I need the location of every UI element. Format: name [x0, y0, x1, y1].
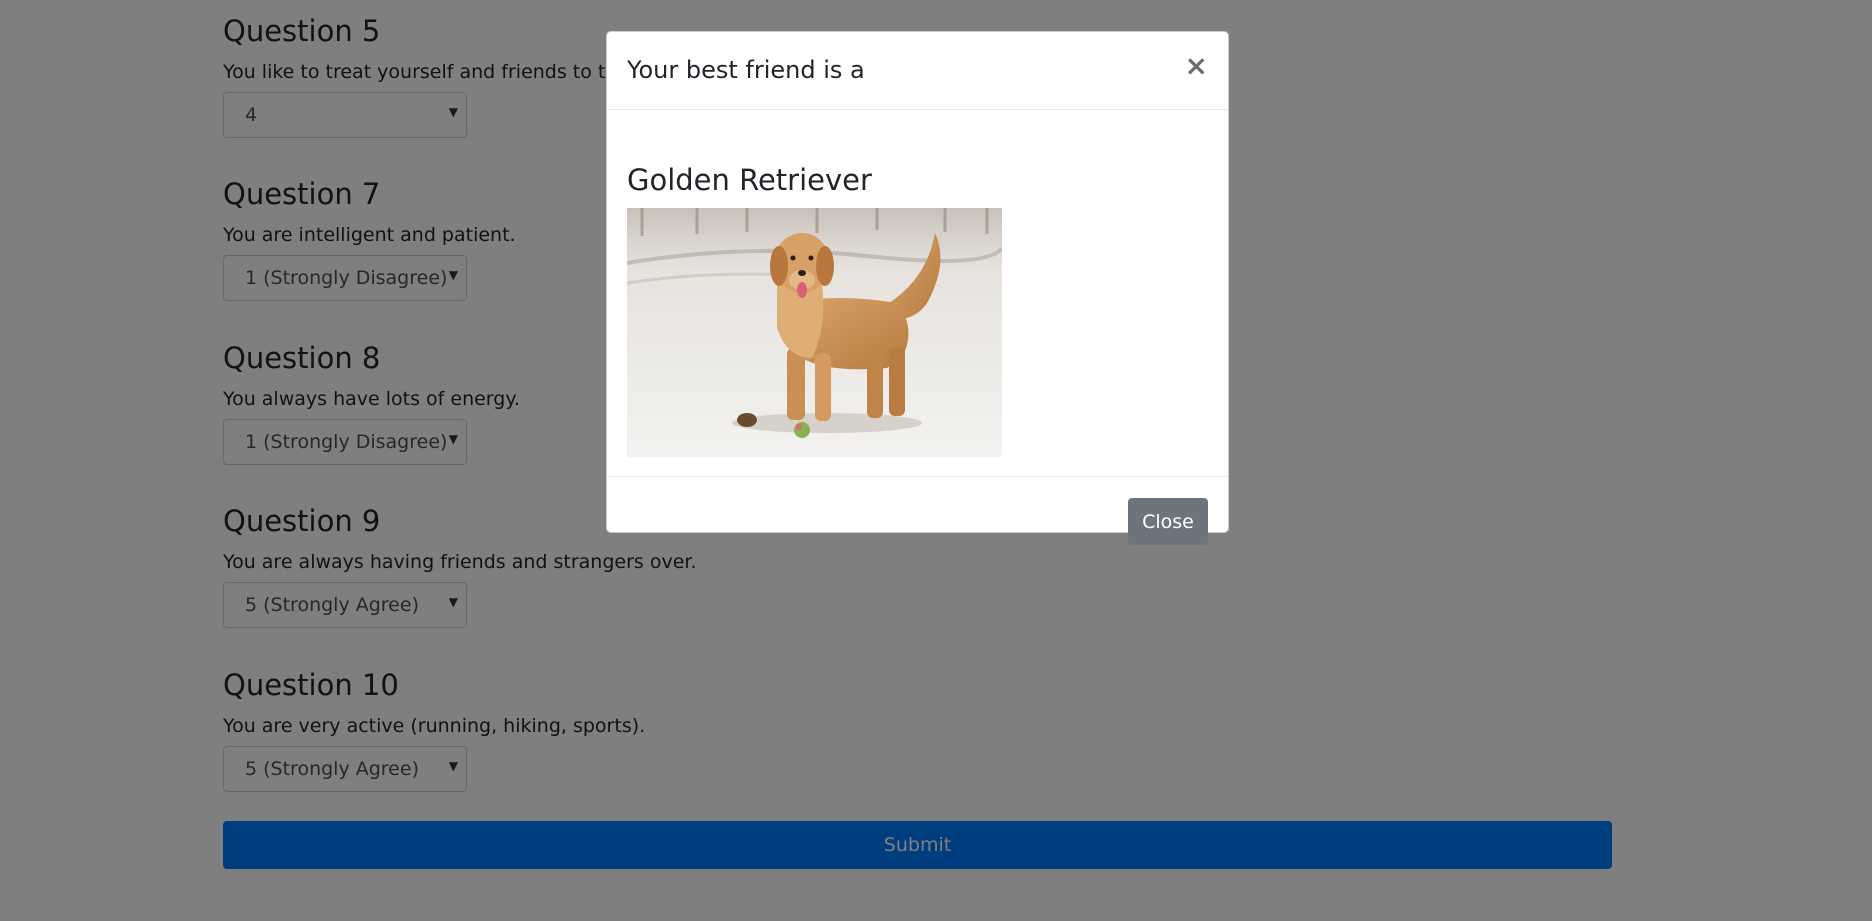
dog-photo	[627, 208, 1002, 457]
modal-title: Your best friend is a	[627, 56, 865, 84]
result-modal: Your best friend is a × Golden Retriever	[606, 31, 1229, 545]
modal-footer: Close	[607, 477, 1228, 545]
close-icon[interactable]: ×	[1185, 52, 1208, 80]
close-button[interactable]: Close	[1128, 498, 1208, 545]
breed-name: Golden Retriever	[627, 163, 872, 197]
page: Question 5 You like to treat yourself an…	[0, 0, 1872, 921]
modal-header: Your best friend is a ×	[607, 32, 1228, 110]
modal-body: Golden Retriever	[607, 110, 1228, 477]
